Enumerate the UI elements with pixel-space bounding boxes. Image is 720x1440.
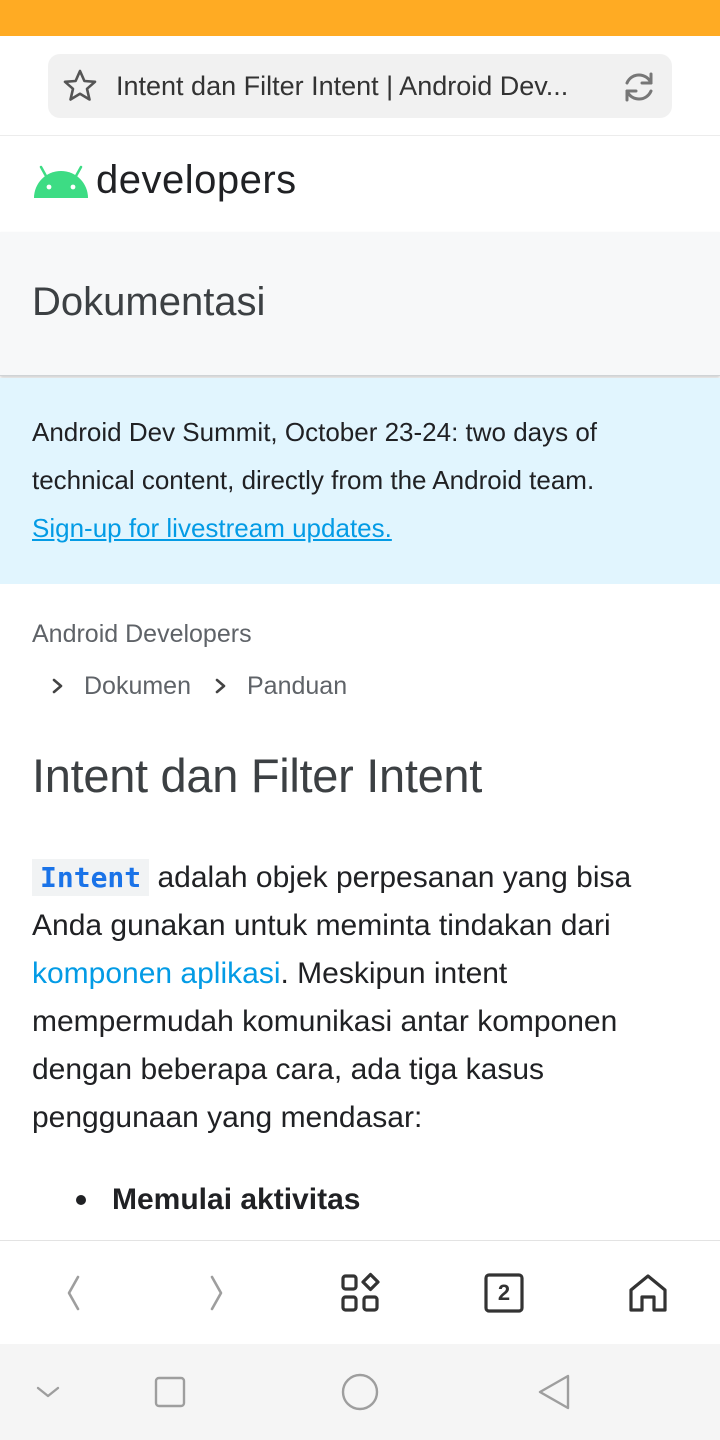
system-navigation-bar (0, 1344, 720, 1440)
recent-apps-icon[interactable] (150, 1372, 190, 1412)
banner-signup-link[interactable]: Sign-up for livestream updates. (32, 504, 392, 552)
bullet-icon (76, 1195, 86, 1205)
system-home-icon[interactable] (340, 1372, 380, 1412)
page-tab-title[interactable]: Intent dan Filter Intent | Android Dev..… (116, 54, 594, 118)
intent-code-link[interactable]: Intent (32, 859, 150, 896)
chevron-right-icon (52, 678, 63, 694)
section-title: Dokumentasi (32, 280, 266, 324)
article-intro: Intent adalah objek perpesanan yang bisa… (32, 854, 692, 1142)
bullet-label: Memulai aktivitas (112, 1183, 361, 1216)
browser-bottom-bar: 2 (0, 1240, 720, 1344)
status-bar (0, 0, 720, 36)
breadcrumb-item-panduan[interactable]: Panduan (247, 672, 347, 701)
address-bar[interactable]: Intent dan Filter Intent | Android Dev..… (48, 54, 672, 118)
forward-arrow-icon[interactable] (194, 1271, 238, 1315)
page-title: Intent dan Filter Intent (32, 749, 483, 802)
reload-icon[interactable] (620, 68, 658, 106)
breadcrumb: Dokumen Panduan (48, 668, 367, 704)
breadcrumb-root[interactable]: Android Developers (32, 620, 252, 649)
tab-count: 2 (497, 1280, 511, 1305)
chevron-down-icon[interactable] (28, 1372, 68, 1412)
chevron-right-icon (215, 678, 226, 694)
breadcrumb-item-dokumen[interactable]: Dokumen (84, 672, 191, 701)
section-header: Dokumentasi (0, 232, 720, 376)
site-header: developers (0, 136, 720, 232)
list-item: Memulai aktivitas (76, 1178, 360, 1222)
system-back-icon[interactable] (534, 1372, 574, 1412)
app-components-link[interactable]: komponen aplikasi (32, 957, 280, 990)
apps-grid-icon[interactable] (338, 1271, 382, 1315)
announcement-banner: Android Dev Summit, October 23-24: two d… (0, 378, 720, 584)
star-icon[interactable] (62, 68, 98, 104)
browser-toolbar: Intent dan Filter Intent | Android Dev..… (0, 36, 720, 136)
home-icon[interactable] (626, 1271, 670, 1315)
tabs-counter-icon[interactable]: 2 (482, 1271, 526, 1315)
back-arrow-icon[interactable] (52, 1271, 96, 1315)
banner-text: Android Dev Summit, October 23-24: two d… (32, 417, 598, 495)
logo-text[interactable]: developers (96, 158, 297, 203)
android-logo-icon[interactable] (32, 164, 90, 200)
